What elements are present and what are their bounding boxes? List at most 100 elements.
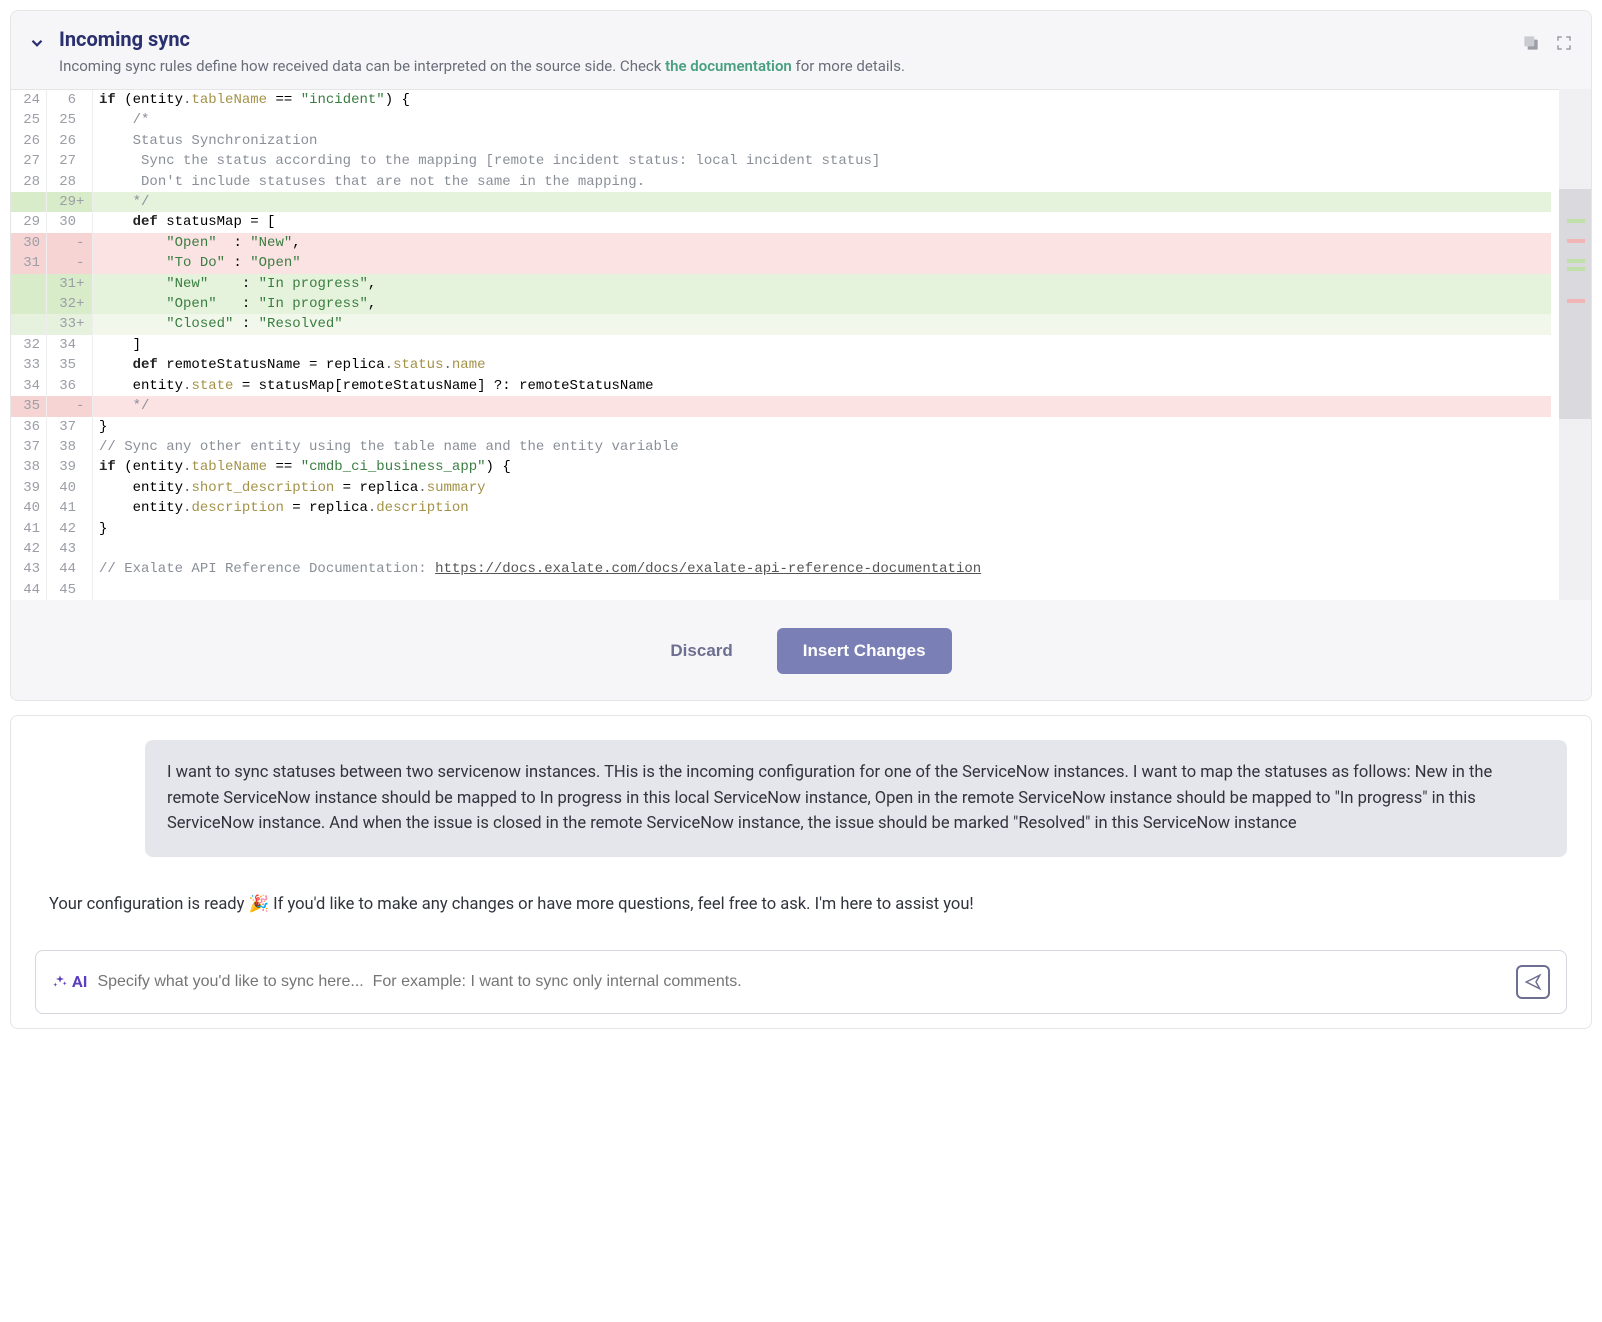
code-line: 31+ "New" : "In progress", — [11, 274, 1551, 294]
gutter-new-lineno: 30 — [47, 212, 93, 232]
gutter-new-lineno: 38 — [47, 437, 93, 457]
code-content: } — [93, 519, 1551, 539]
insert-changes-button[interactable]: Insert Changes — [777, 628, 952, 674]
code-content: } — [93, 417, 1551, 437]
gutter-new-lineno: 27 — [47, 151, 93, 171]
code-line: 3940 entity.short_description = replica.… — [11, 478, 1551, 498]
code-line: 3839if (entity.tableName == "cmdb_ci_bus… — [11, 457, 1551, 477]
code-content: "Open" : "In progress", — [93, 294, 1551, 314]
code-line: 29+ */ — [11, 192, 1551, 212]
code-content: "Closed" : "Resolved" — [93, 314, 1551, 334]
gutter-new-lineno: - — [47, 396, 93, 416]
gutter-old-lineno — [11, 314, 47, 334]
gutter-old-lineno: 37 — [11, 437, 47, 457]
gutter-new-lineno: 26 — [47, 131, 93, 151]
code-content: "To Do" : "Open" — [93, 253, 1551, 273]
code-content: "Open" : "New", — [93, 233, 1551, 253]
code-content: if (entity.tableName == "incident") { — [93, 90, 1551, 110]
gutter-old-lineno: 34 — [11, 376, 47, 396]
code-line: 4243 — [11, 539, 1551, 559]
prompt-input[interactable] — [97, 973, 1506, 991]
code-line: 2525 /* — [11, 110, 1551, 130]
gutter-old-lineno — [11, 192, 47, 212]
minimap-mark — [1567, 267, 1585, 271]
gutter-new-lineno: 32+ — [47, 294, 93, 314]
code-line: 4445 — [11, 580, 1551, 600]
gutter-new-lineno: 39 — [47, 457, 93, 477]
minimap-mark — [1567, 259, 1585, 263]
gutter-old-lineno: 43 — [11, 559, 47, 579]
gutter-new-lineno: 45 — [47, 580, 93, 600]
gutter-old-lineno — [11, 294, 47, 314]
assistant-message: Your configuration is ready 🎉 If you'd l… — [35, 879, 1567, 930]
collapse-toggle[interactable] — [23, 29, 51, 57]
minimap-mark — [1567, 219, 1585, 223]
code-content: /* — [93, 110, 1551, 130]
ai-badge: AI — [52, 972, 87, 991]
diff-editor[interactable]: 246if (entity.tableName == "incident") {… — [11, 89, 1591, 600]
code-line: 32+ "Open" : "In progress", — [11, 294, 1551, 314]
diff-actions: Discard Insert Changes — [11, 600, 1591, 700]
code-line: 3436 entity.state = statusMap[remoteStat… — [11, 376, 1551, 396]
code-line: 2930 def statusMap = [ — [11, 212, 1551, 232]
code-line: 2828 Don't include statuses that are not… — [11, 172, 1551, 192]
send-icon — [1524, 973, 1542, 991]
discard-button[interactable]: Discard — [650, 628, 752, 674]
code-content: */ — [93, 396, 1551, 416]
gutter-old-lineno: 38 — [11, 457, 47, 477]
code-content: // Sync any other entity using the table… — [93, 437, 1551, 457]
gutter-old-lineno: 27 — [11, 151, 47, 171]
code-line: 31- "To Do" : "Open" — [11, 253, 1551, 273]
gutter-new-lineno: 33+ — [47, 314, 93, 334]
minimap-viewport[interactable] — [1559, 189, 1591, 419]
code-content: if (entity.tableName == "cmdb_ci_busines… — [93, 457, 1551, 477]
panel-subtitle-prefix: Incoming sync rules define how received … — [59, 57, 665, 75]
gutter-new-lineno: - — [47, 253, 93, 273]
code-content — [93, 539, 1551, 559]
assistant-message-suffix: If you'd like to make any changes or hav… — [273, 895, 974, 914]
minimap-mark — [1567, 299, 1585, 303]
gutter-old-lineno: 35 — [11, 396, 47, 416]
gutter-old-lineno — [11, 274, 47, 294]
panel-header: Incoming sync Incoming sync rules define… — [11, 11, 1591, 89]
gutter-old-lineno: 31 — [11, 253, 47, 273]
gutter-new-lineno: 29+ — [47, 192, 93, 212]
copy-icon[interactable] — [1521, 33, 1541, 57]
panel-subtitle-suffix: for more details. — [792, 57, 905, 75]
gutter-new-lineno: 42 — [47, 519, 93, 539]
gutter-new-lineno: 6 — [47, 90, 93, 110]
code-content: entity.description = replica.description — [93, 498, 1551, 518]
party-popper-icon: 🎉 — [249, 895, 270, 914]
gutter-new-lineno: 35 — [47, 355, 93, 375]
minimap-scrollbar[interactable] — [1559, 89, 1591, 600]
code-line: 30- "Open" : "New", — [11, 233, 1551, 253]
gutter-new-lineno: 44 — [47, 559, 93, 579]
code-content: Status Synchronization — [93, 131, 1551, 151]
gutter-new-lineno: 28 — [47, 172, 93, 192]
gutter-new-lineno: 41 — [47, 498, 93, 518]
code-line: 3738// Sync any other entity using the t… — [11, 437, 1551, 457]
gutter-old-lineno: 44 — [11, 580, 47, 600]
gutter-old-lineno: 33 — [11, 355, 47, 375]
send-button[interactable] — [1516, 965, 1550, 999]
code-line: 35- */ — [11, 396, 1551, 416]
sparkles-icon — [52, 974, 68, 990]
fullscreen-icon[interactable] — [1555, 34, 1573, 56]
assistant-message-prefix: Your configuration is ready — [49, 895, 244, 914]
code-content: ] — [93, 335, 1551, 355]
code-line: 2626 Status Synchronization — [11, 131, 1551, 151]
header-actions — [1521, 25, 1573, 57]
incoming-sync-panel: Incoming sync Incoming sync rules define… — [10, 10, 1592, 701]
documentation-link[interactable]: the documentation — [665, 57, 792, 75]
code-line: 4344// Exalate API Reference Documentati… — [11, 559, 1551, 579]
code-content: def statusMap = [ — [93, 212, 1551, 232]
gutter-old-lineno: 24 — [11, 90, 47, 110]
gutter-old-lineno: 39 — [11, 478, 47, 498]
chat-panel: I want to sync statuses between two serv… — [10, 715, 1592, 1029]
gutter-old-lineno: 42 — [11, 539, 47, 559]
ai-label: AI — [72, 972, 87, 991]
code-content: */ — [93, 192, 1551, 212]
chevron-down-icon — [28, 34, 46, 52]
code-line: 33+ "Closed" : "Resolved" — [11, 314, 1551, 334]
code-content: entity.short_description = replica.summa… — [93, 478, 1551, 498]
